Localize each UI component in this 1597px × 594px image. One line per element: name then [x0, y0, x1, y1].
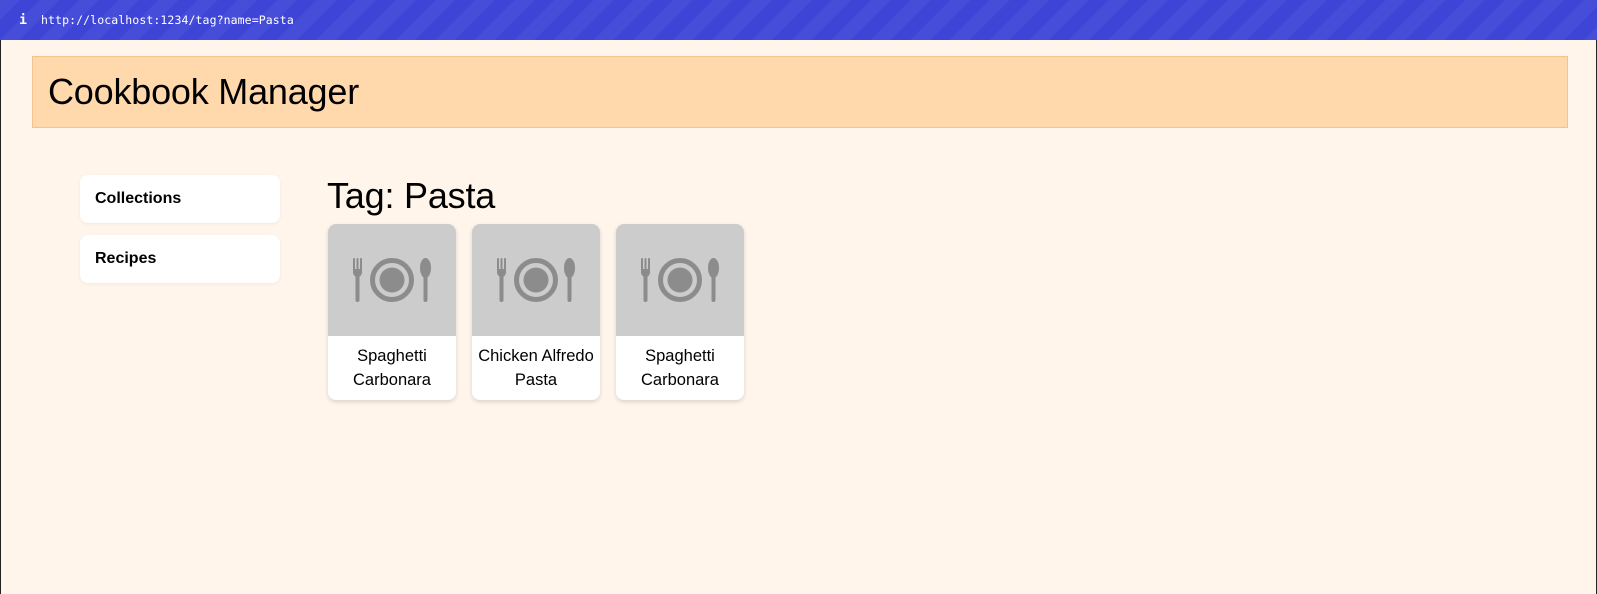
- recipe-card-list: Spaghetti Carbonara Chicken Alfredo Past…: [328, 224, 744, 400]
- info-icon[interactable]: i: [12, 13, 34, 28]
- recipe-title: Chicken Alfredo Pasta: [478, 347, 594, 389]
- app-title: Cookbook Manager: [48, 71, 359, 112]
- recipe-image-placeholder: [328, 224, 456, 336]
- sidebar: Collections Recipes: [80, 175, 280, 295]
- plate-fork-spoon-icon: [641, 258, 719, 302]
- sidebar-item-collections[interactable]: Collections: [80, 175, 280, 223]
- app-header: Cookbook Manager: [32, 56, 1568, 128]
- recipe-card[interactable]: Spaghetti Carbonara: [616, 224, 744, 400]
- page-title: Tag: Pasta: [327, 175, 496, 216]
- browser-url-bar[interactable]: i http://localhost:1234/tag?name=Pasta: [0, 0, 1597, 40]
- recipe-title: Spaghetti Carbonara: [641, 347, 719, 389]
- recipe-card[interactable]: Chicken Alfredo Pasta: [472, 224, 600, 400]
- url-text[interactable]: http://localhost:1234/tag?name=Pasta: [41, 13, 294, 27]
- recipe-card[interactable]: Spaghetti Carbonara: [328, 224, 456, 400]
- plate-fork-spoon-icon: [353, 258, 431, 302]
- recipe-image-placeholder: [616, 224, 744, 336]
- sidebar-item-recipes[interactable]: Recipes: [80, 235, 280, 283]
- recipe-title: Spaghetti Carbonara: [353, 347, 431, 389]
- plate-fork-spoon-icon: [497, 258, 575, 302]
- recipe-image-placeholder: [472, 224, 600, 336]
